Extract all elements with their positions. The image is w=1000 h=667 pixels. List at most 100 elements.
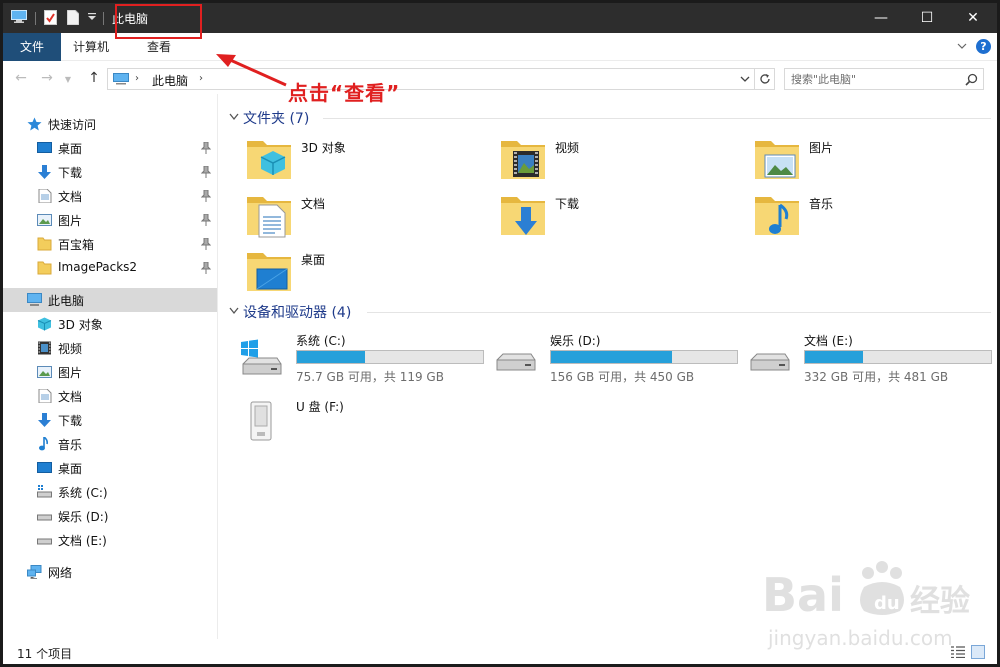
sidebar-item-drive-c[interactable]: 系统 (C:) bbox=[3, 480, 217, 504]
pin-icon[interactable] bbox=[201, 214, 211, 226]
sidebar-item-label: 3D 对象 bbox=[58, 318, 103, 332]
drive-tile-d[interactable]: 娱乐 (D:) 156 GB 可用，共 450 GB bbox=[493, 330, 743, 386]
sidebar-item-label: 系统 (C:) bbox=[58, 486, 108, 500]
pane-divider[interactable] bbox=[217, 94, 218, 639]
expand-ribbon-chevron-icon[interactable] bbox=[956, 40, 968, 52]
sidebar-item-drive-d[interactable]: 娱乐 (D:) bbox=[3, 504, 217, 528]
system-drive-icon bbox=[37, 485, 52, 498]
sidebar-item-documents[interactable]: 文档 bbox=[3, 384, 217, 408]
system-drive-icon bbox=[241, 339, 282, 375]
close-button[interactable]: ✕ bbox=[950, 3, 996, 33]
item-count: 11 个项目 bbox=[17, 647, 73, 661]
drive-usage-bar bbox=[804, 350, 992, 364]
usb-drive-icon bbox=[250, 401, 272, 441]
sidebar-item-label: ImagePacks2 bbox=[58, 260, 138, 274]
sidebar-item-desktop[interactable]: 桌面 bbox=[3, 456, 217, 480]
breadcrumb-this-pc[interactable]: 此电脑 bbox=[152, 72, 188, 89]
recent-locations-chevron-icon[interactable]: ▼ bbox=[63, 72, 73, 88]
new-folder-icon[interactable] bbox=[67, 10, 79, 25]
drive-usage-fill bbox=[551, 351, 673, 363]
folder-tile-downloads[interactable]: 下载 bbox=[499, 191, 739, 243]
breadcrumb-separator-icon[interactable]: › bbox=[199, 73, 203, 84]
pin-icon[interactable] bbox=[201, 166, 211, 178]
pin-icon[interactable] bbox=[201, 238, 211, 250]
tab-view[interactable]: 查看 bbox=[117, 33, 201, 61]
maximize-button[interactable]: ☐ bbox=[904, 3, 950, 33]
tab-file[interactable]: 文件 bbox=[3, 33, 61, 61]
minimize-button[interactable]: — bbox=[858, 3, 904, 33]
refresh-button[interactable] bbox=[755, 68, 775, 90]
pin-icon[interactable] bbox=[201, 262, 211, 274]
drive-tile-c[interactable]: 系统 (C:) 75.7 GB 可用，共 119 GB bbox=[239, 330, 489, 386]
sidebar-item-baibaoxiang[interactable]: 百宝箱 bbox=[3, 232, 217, 256]
help-icon[interactable]: ? bbox=[976, 39, 991, 54]
sidebar-item-label: 下载 bbox=[58, 414, 83, 428]
breadcrumb-separator-icon[interactable]: › bbox=[135, 73, 139, 84]
folder-tile-music[interactable]: 音乐 bbox=[753, 191, 993, 243]
sidebar-item-music[interactable]: 音乐 bbox=[3, 432, 217, 456]
sidebar-item-label: 快速访问 bbox=[48, 118, 97, 132]
sidebar-item-network[interactable]: 网络 bbox=[3, 560, 217, 584]
sidebar-item-3d-objects[interactable]: 3D 对象 bbox=[3, 312, 217, 336]
sidebar-item-label: 网络 bbox=[48, 566, 73, 580]
folder-tile-desktop[interactable]: 桌面 bbox=[245, 247, 485, 299]
sidebar-item-label: 文档 bbox=[58, 390, 83, 404]
collapse-chevron-icon[interactable] bbox=[229, 113, 239, 121]
collapse-chevron-icon[interactable] bbox=[229, 307, 239, 315]
hard-drive-icon bbox=[37, 538, 52, 545]
pin-icon[interactable] bbox=[201, 190, 211, 202]
up-arrow-icon[interactable]: ↑ bbox=[86, 70, 102, 86]
section-title: 设备和驱动器 (4) bbox=[243, 305, 352, 321]
drive-tile-e[interactable]: 文档 (E:) 332 GB 可用，共 481 GB bbox=[747, 330, 997, 386]
tab-computer[interactable]: 计算机 bbox=[63, 33, 119, 61]
content-pane: 文件夹 (7) 3D 对象 视频 图片 文档 下载 音乐 桌面 设备和驱动器 (… bbox=[219, 94, 997, 639]
large-icons-view-icon[interactable] bbox=[971, 645, 985, 659]
refresh-icon bbox=[759, 74, 770, 84]
folder-tile-3d-objects[interactable]: 3D 对象 bbox=[245, 135, 485, 187]
sidebar-item-downloads[interactable]: 下载 bbox=[3, 408, 217, 432]
sidebar-item-desktop[interactable]: 桌面 bbox=[3, 136, 217, 160]
folder-tile-documents[interactable]: 文档 bbox=[245, 191, 485, 243]
search-input[interactable] bbox=[791, 71, 961, 87]
properties-icon[interactable] bbox=[44, 10, 57, 25]
pin-icon[interactable] bbox=[201, 142, 211, 154]
folders-section-header[interactable]: 文件夹 (7) bbox=[227, 108, 992, 128]
sidebar-item-pictures[interactable]: 图片 bbox=[3, 208, 217, 232]
sidebar-item-this-pc[interactable]: 此电脑 bbox=[3, 288, 217, 312]
hard-drive-icon bbox=[750, 353, 790, 371]
folder-name: 音乐 bbox=[809, 197, 834, 211]
drive-tile-f[interactable]: U 盘 (F:) bbox=[239, 396, 489, 452]
folder-tile-pictures[interactable]: 图片 bbox=[753, 135, 993, 187]
navigation-bar: ← → ▼ ↑ › 此电脑 › bbox=[3, 62, 997, 94]
sidebar-item-imagepacks2[interactable]: ImagePacks2 bbox=[3, 256, 217, 280]
window-title: 此电脑 bbox=[112, 12, 149, 26]
this-pc-icon bbox=[11, 10, 27, 23]
search-icon[interactable] bbox=[965, 73, 978, 86]
sidebar-item-downloads[interactable]: 下载 bbox=[3, 160, 217, 184]
sidebar-item-quick-access[interactable]: 快速访问 bbox=[3, 112, 217, 136]
folder-name: 视频 bbox=[555, 141, 580, 155]
address-history-chevron-icon[interactable] bbox=[739, 74, 751, 84]
search-box[interactable] bbox=[784, 68, 984, 90]
document-icon bbox=[38, 189, 52, 203]
sidebar-item-videos[interactable]: 视频 bbox=[3, 336, 217, 360]
customize-toolbar-chevron-icon[interactable] bbox=[87, 12, 97, 22]
sidebar-item-label: 下载 bbox=[58, 166, 83, 180]
folder-icon bbox=[37, 261, 52, 275]
sidebar-item-documents[interactable]: 文档 bbox=[3, 184, 217, 208]
sidebar-item-label: 桌面 bbox=[58, 462, 83, 476]
folder-name: 文档 bbox=[301, 197, 326, 211]
toolbar-separator bbox=[35, 12, 36, 25]
address-bar[interactable]: › 此电脑 › bbox=[107, 68, 755, 90]
back-arrow-icon[interactable]: ← bbox=[13, 70, 29, 86]
forward-arrow-icon[interactable]: → bbox=[39, 70, 55, 86]
folder-tile-videos[interactable]: 视频 bbox=[499, 135, 739, 187]
sidebar-item-drive-e[interactable]: 文档 (E:) bbox=[3, 528, 217, 552]
drive-usage-bar bbox=[550, 350, 738, 364]
downloads-folder-icon bbox=[501, 197, 545, 235]
sidebar-item-pictures[interactable]: 图片 bbox=[3, 360, 217, 384]
navigation-pane: 快速访问 桌面 下载 文档 图片 百宝箱 ImagePacks2 此电脑 3D … bbox=[3, 103, 217, 638]
drives-section-header[interactable]: 设备和驱动器 (4) bbox=[227, 302, 992, 322]
details-view-icon[interactable] bbox=[951, 646, 965, 658]
sidebar-item-label: 音乐 bbox=[58, 438, 83, 452]
